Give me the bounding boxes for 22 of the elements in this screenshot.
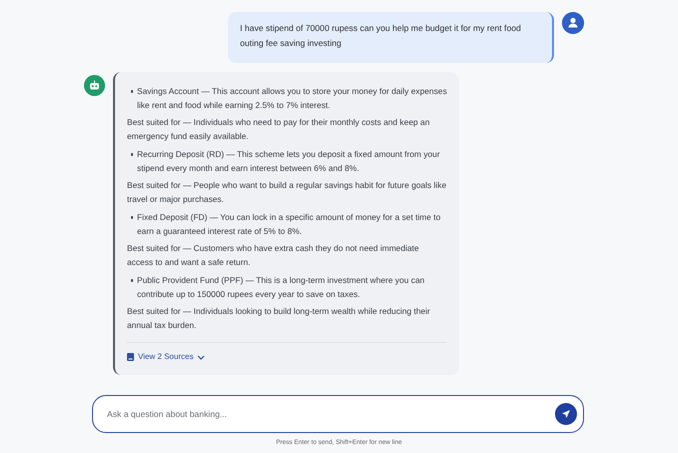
robot-avatar-icon (84, 75, 105, 96)
user-message: I have stipend of 70000 rupess can you help me budget it for my rent food outing fee saving investing (228, 12, 554, 63)
bullet-icon (130, 153, 134, 156)
book-icon (127, 353, 134, 361)
view-sources-button[interactable]: View 2 Sources (127, 350, 206, 364)
paragraph-text: Best suited for — Customers who have extra cash they do not need immediate access to and want a safe return. (127, 242, 420, 269)
send-icon (561, 409, 571, 419)
paragraph-text: Best suited for — Individuals who need to pay for their monthly costs and keep an emergency fund easily available. (127, 116, 431, 143)
bullet-text: Fixed Deposit (FD) — You can lock in a specific amount of money for a set time to earn a guaranteed interest rate of 5% to 8%. (137, 211, 442, 238)
paragraph-text: Best suited for — Individuals looking to build long-term wealth while reducing their annual tax burden. (127, 305, 432, 332)
message-composer[interactable]: Ask a question about banking... (92, 395, 584, 433)
send-button[interactable] (555, 403, 577, 425)
bullet-icon (130, 279, 134, 282)
bullet-icon (130, 90, 134, 92)
question-input-field[interactable]: Ask a question about banking... (105, 408, 555, 420)
user-avatar-icon (562, 12, 584, 34)
bullet-text: Recurring Deposit (RD) — This scheme lets you deposit a fixed amount from your stipend every month and earn interest between 6% and 8%. (137, 148, 441, 175)
bullet-text: Public Provident Fund (PPF) — This is a long-term investment where you can contribute up to 150000 rupees every year to save on taxes. (137, 274, 426, 301)
bullet-text: Savings Account — This account allows you to store your money for daily expenses like rent and food while earning 2.5% to 7% interest. (137, 85, 447, 112)
chevron-icon (197, 354, 206, 360)
bullet-icon (130, 216, 134, 218)
paragraph-text: Best suited for — People who want to build a regular savings habit for future goals like travel or major purchases. (127, 179, 447, 206)
